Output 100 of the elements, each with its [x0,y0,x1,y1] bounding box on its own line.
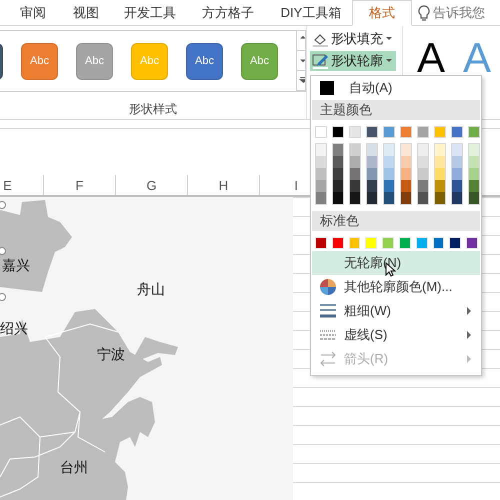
ribbon-tab[interactable]: 视图 [58,0,114,25]
color-swatch[interactable] [401,168,411,180]
color-swatch[interactable] [452,168,462,180]
color-swatch[interactable] [350,156,360,168]
color-swatch[interactable] [315,126,327,138]
shape-style-button[interactable]: Abc [186,42,223,80]
column-header[interactable]: G [116,175,188,195]
color-swatch[interactable] [418,192,428,204]
search-field[interactable]: 告诉我您 [433,5,489,20]
color-swatch[interactable] [401,156,411,168]
color-swatch[interactable] [466,237,478,249]
ribbon-button[interactable]: 形状填充 [310,29,396,49]
ribbon-tab[interactable]: 方方格子 [186,0,270,25]
color-swatch[interactable] [333,144,343,156]
color-swatch[interactable] [434,126,446,138]
ribbon-tab[interactable]: 审阅 [8,0,58,25]
color-swatch[interactable] [401,192,411,204]
resize-handle[interactable] [0,293,6,301]
color-swatch[interactable] [350,180,360,192]
color-swatch[interactable] [332,237,344,249]
color-swatch[interactable] [350,168,360,180]
color-swatch[interactable] [452,144,462,156]
wordart-style[interactable]: A [417,42,446,74]
color-swatch[interactable] [418,156,428,168]
color-swatch[interactable] [367,144,377,156]
ribbon-tab[interactable]: 格式 [352,0,412,26]
color-swatch[interactable] [435,180,445,192]
color-swatch[interactable] [432,237,444,249]
color-swatch[interactable] [384,168,394,180]
color-swatch[interactable] [333,192,343,204]
menu-item[interactable]: 其他轮廓颜色(M)... [312,275,480,299]
color-swatch[interactable] [416,237,428,249]
color-swatch[interactable] [315,237,327,249]
color-swatch[interactable] [316,180,326,192]
section-header: 标准色 [312,211,480,231]
color-swatch[interactable] [383,126,395,138]
color-swatch[interactable] [367,180,377,192]
color-swatch[interactable] [435,144,445,156]
color-swatch[interactable] [400,126,412,138]
color-swatch[interactable] [333,180,343,192]
color-swatch[interactable] [468,126,480,138]
color-swatch[interactable] [469,156,479,168]
column-header[interactable]: F [44,175,116,195]
color-swatch[interactable] [316,144,326,156]
ribbon-button[interactable]: 形状轮廓 [310,51,396,71]
color-swatch[interactable] [333,156,343,168]
color-swatch[interactable] [469,168,479,180]
color-swatch[interactable] [469,192,479,204]
color-swatch[interactable] [449,237,462,249]
color-swatch[interactable] [384,156,394,168]
column-header[interactable]: I [260,175,308,195]
city-label: 嘉兴 [2,257,30,273]
color-swatch[interactable] [316,168,326,180]
color-swatch[interactable] [469,180,479,192]
color-swatch[interactable] [367,168,377,180]
menu-item[interactable]: 自动(A) [343,79,392,97]
color-swatch[interactable] [384,192,394,204]
section-header: 主题颜色 [312,100,480,120]
color-swatch[interactable] [365,237,378,249]
color-swatch[interactable] [348,237,360,249]
color-swatch[interactable] [366,126,378,138]
color-swatch[interactable] [384,180,394,192]
resize-handle[interactable] [0,247,6,255]
color-swatch[interactable] [349,126,361,138]
color-swatch[interactable] [401,144,411,156]
menu-item[interactable]: 粗细(W) [312,299,480,323]
ribbon-tab[interactable]: DIY工具箱 [270,0,352,25]
color-swatch[interactable] [418,144,428,156]
color-swatch[interactable] [384,144,394,156]
color-swatch[interactable] [452,192,462,204]
menu-item[interactable]: 虚线(S) [312,323,480,347]
color-swatch[interactable] [367,156,377,168]
color-swatch[interactable] [350,144,360,156]
resize-handle[interactable] [0,201,6,209]
color-swatch[interactable] [333,168,343,180]
color-swatch[interactable] [469,144,479,156]
column-header[interactable]: H [188,175,260,195]
color-swatch[interactable] [451,126,463,138]
color-swatch[interactable] [435,168,445,180]
ribbon-tab[interactable]: 开发工具 [114,0,186,25]
color-swatch[interactable] [367,192,377,204]
color-swatch[interactable] [418,180,428,192]
color-swatch[interactable] [382,237,394,249]
color-swatch[interactable] [320,81,334,95]
caret-icon [385,35,393,43]
caret-icon [385,57,393,65]
color-swatch[interactable] [452,156,462,168]
color-swatch[interactable] [332,126,344,138]
color-swatch[interactable] [418,168,428,180]
column-header[interactable]: E [0,175,44,195]
color-swatch[interactable] [435,192,445,204]
color-swatch[interactable] [435,156,445,168]
color-swatch[interactable] [401,180,411,192]
color-swatch[interactable] [316,192,326,204]
color-swatch[interactable] [316,156,326,168]
color-swatch[interactable] [452,180,462,192]
color-swatch[interactable] [417,126,429,138]
color-swatch[interactable] [398,237,411,249]
color-swatch[interactable] [350,192,360,204]
pencil-icon [312,52,329,70]
